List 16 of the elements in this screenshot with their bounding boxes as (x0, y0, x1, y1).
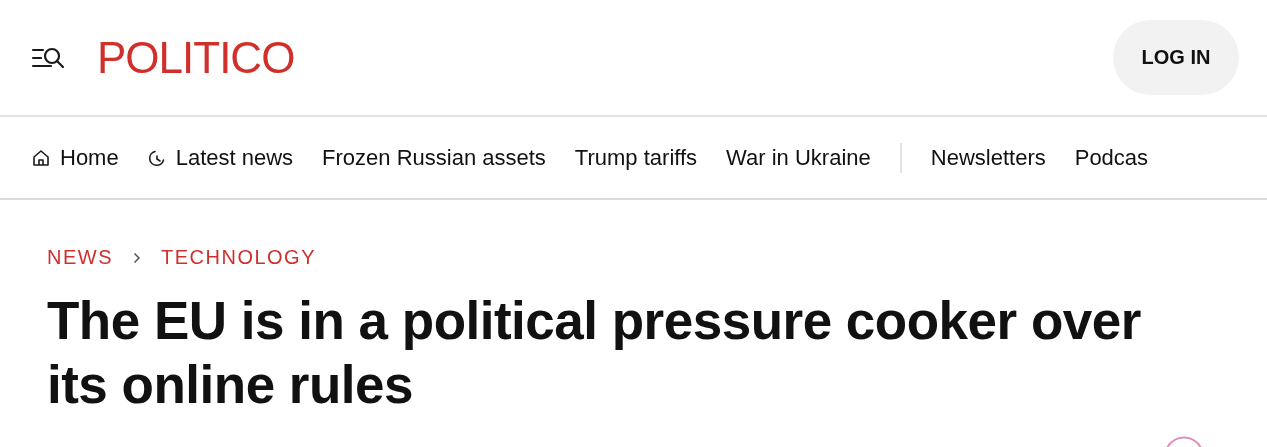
nav-link[interactable]: Podcas (1074, 144, 1149, 171)
clock-icon (147, 148, 166, 167)
chevron-icon (133, 251, 141, 264)
nav-link[interactable]: Latest news (147, 144, 294, 171)
menu-search-icon[interactable] (31, 45, 67, 70)
nav-link[interactable]: War in Ukraine (726, 144, 871, 171)
article-headline: The EU is in a political pressure cooker over its online rules (47, 290, 1142, 416)
breadcrumb-link[interactable]: TECHNOLOGY (161, 246, 317, 269)
nav-link[interactable]: Newsletters (930, 144, 1046, 171)
nav-link[interactable]: Frozen Russian assets (322, 144, 546, 171)
nav-link[interactable]: Trump tariffs (574, 144, 698, 171)
politico-logo[interactable]: POLITICO (97, 32, 295, 83)
breadcrumb-link[interactable]: NEWS (47, 246, 113, 269)
home-icon (32, 148, 50, 167)
log-in-button[interactable]: LOG IN (1113, 20, 1239, 95)
nav-link[interactable]: Home (32, 144, 119, 171)
